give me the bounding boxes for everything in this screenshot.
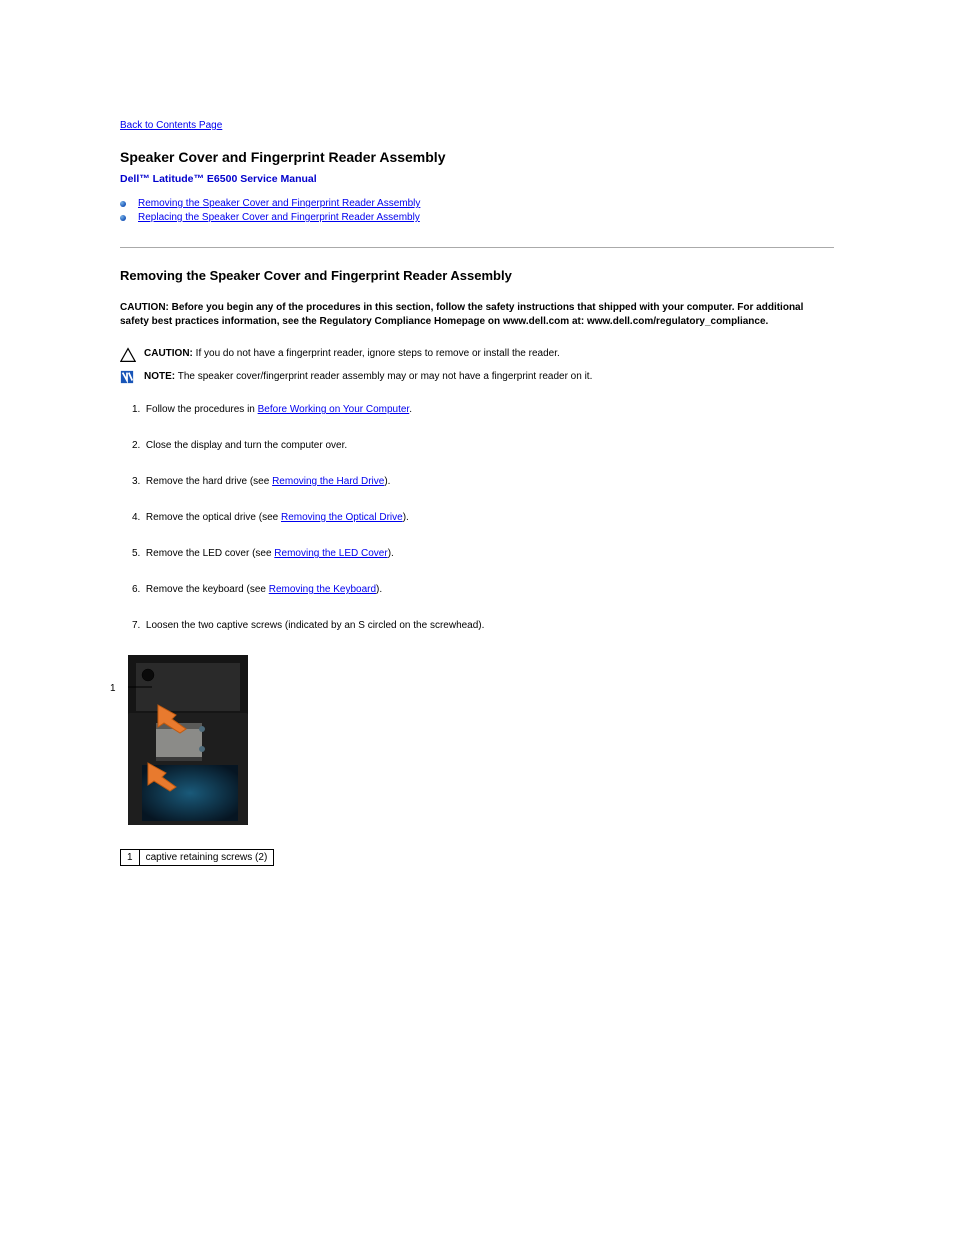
assembly-photo: 1 [128,655,273,825]
step-2: 2. Close the display and turn the comput… [120,439,834,453]
bullet-icon [120,201,126,207]
toc-link-remove[interactable]: Removing the Speaker Cover and Fingerpri… [138,197,420,211]
manual-subtitle: Dell™ Latitude™ E6500 Service Manual [120,173,834,185]
caution-body: If you do not have a fingerprint reader,… [193,348,560,359]
section-heading: Removing the Speaker Cover and Fingerpri… [120,268,834,283]
step-6: 6. Remove the keyboard (see Removing the… [120,583,834,597]
link-led-cover[interactable]: Removing the LED Cover [274,548,387,559]
caution-secondary-text: CAUTION: If you do not have a fingerprin… [144,347,560,361]
step-7: 7. Loosen the two captive screws (indica… [120,619,834,633]
callout-1-label: 1 [110,683,116,694]
toc-link-replace[interactable]: Replacing the Speaker Cover and Fingerpr… [138,211,420,225]
step-3: 3. Remove the hard drive (see Removing t… [120,475,834,489]
link-hard-drive[interactable]: Removing the Hard Drive [272,476,384,487]
step-4: 4. Remove the optical drive (see Removin… [120,511,834,525]
bullet-icon [120,215,126,221]
divider [120,247,834,248]
caution-main: CAUTION: Before you begin any of the pro… [120,301,834,329]
note-body: The speaker cover/fingerprint reader ass… [175,371,592,382]
page-title: Speaker Cover and Fingerprint Reader Ass… [120,149,834,165]
link-optical-drive[interactable]: Removing the Optical Drive [281,512,403,523]
step-1: 1. Follow the procedures in Before Worki… [120,403,834,417]
legend-table: 1 captive retaining screws (2) [120,849,274,866]
note-label: NOTE: [144,371,175,382]
legend-num: 1 [121,850,140,866]
caution-label: CAUTION: [144,348,193,359]
note-text: NOTE: The speaker cover/fingerprint read… [144,370,592,384]
legend-text: captive retaining screws (2) [139,850,274,866]
link-before-working[interactable]: Before Working on Your Computer [258,404,410,415]
back-to-contents-link[interactable]: Back to Contents Page [120,120,222,131]
link-keyboard[interactable]: Removing the Keyboard [269,584,376,595]
note-icon [120,370,144,387]
step-5: 5. Remove the LED cover (see Removing th… [120,547,834,561]
caution-icon [120,347,144,366]
